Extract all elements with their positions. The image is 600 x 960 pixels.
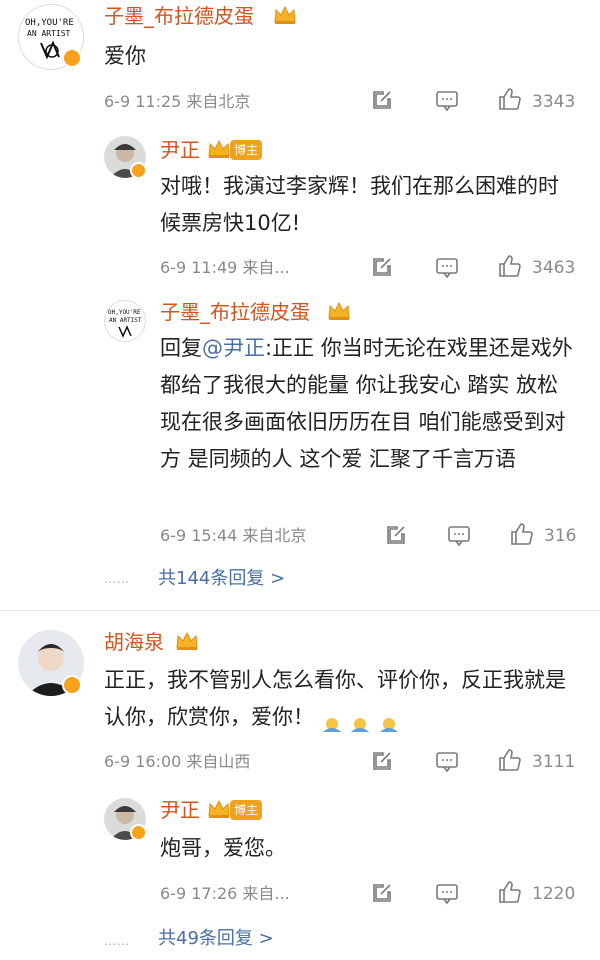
comment-location: 来自山西 (186, 752, 251, 771)
avatar-art-text-1: OH,YOU'RE (25, 18, 74, 28)
reply-timestamp: 6-9 11:49 (160, 258, 238, 277)
reply-username[interactable]: 尹正 (160, 798, 200, 822)
emoji-icon (378, 709, 400, 732)
more-replies-link[interactable]: 共144条回复 > (158, 568, 285, 590)
emoji-icon (349, 709, 371, 732)
comment-time: 6-9 16:00 来自山西 (104, 752, 250, 772)
like-count: 1220 (532, 884, 576, 904)
comment-text: 正正，我不管别人怎么看你、评价你，反正我就是认你，欣赏你，爱你！ (104, 662, 584, 736)
comment-icon[interactable] (434, 88, 460, 112)
avatar-art-text-2: AN ARTIST (109, 317, 142, 324)
reply-text: 炮哥，爱您。 (160, 836, 286, 860)
reply-prefix: 回复 (160, 336, 202, 360)
reply-avatar[interactable]: OH,YOU'RE AN ARTIST (104, 300, 146, 342)
crown-icon (206, 138, 232, 160)
reply-time: 6-9 17:26 来自... (160, 884, 290, 904)
more-replies-dots: …… (104, 934, 130, 948)
share-icon[interactable] (370, 88, 394, 112)
divider (0, 610, 600, 611)
more-replies-link[interactable]: 共49条回复 > (158, 928, 274, 950)
verified-icon (130, 162, 147, 179)
crown-icon (174, 630, 200, 652)
comment-username[interactable]: 胡海泉 (104, 630, 164, 654)
share-icon[interactable] (370, 255, 394, 279)
reply-timestamp: 6-9 15:44 (160, 526, 238, 545)
crown-icon (206, 798, 232, 820)
reply-location: 来自北京 (242, 526, 307, 545)
comment-timestamp: 6-9 11:25 (104, 92, 182, 111)
verified-icon (130, 824, 147, 841)
more-replies-dots: …… (104, 572, 130, 586)
comment-text: 爱你 (104, 44, 146, 68)
like-icon[interactable] (496, 879, 522, 905)
comment-location: 来自北京 (186, 92, 251, 111)
comment-icon[interactable] (446, 523, 472, 547)
comment-icon[interactable] (434, 255, 460, 279)
like-count: 3343 (532, 92, 576, 112)
reply-username[interactable]: 子墨_布拉德皮蛋 (160, 300, 310, 324)
verified-icon (62, 675, 82, 695)
verified-icon (62, 48, 82, 68)
comment-timestamp: 6-9 16:00 (104, 752, 182, 771)
like-count: 3111 (532, 752, 576, 772)
emoji-icon (321, 709, 343, 732)
share-icon[interactable] (370, 881, 394, 905)
crown-icon (272, 4, 298, 26)
avatar-art-text-1: OH,YOU'RE (108, 309, 141, 316)
comment-icon[interactable] (434, 749, 460, 773)
avatar-art-text-2: AN ARTIST (27, 29, 71, 38)
reply-timestamp: 6-9 17:26 (160, 884, 238, 903)
like-icon[interactable] (508, 521, 534, 547)
comment-username[interactable]: 子墨_布拉德皮蛋 (104, 4, 254, 28)
reply-time: 6-9 15:44 来自北京 (160, 526, 306, 546)
comment-time: 6-9 11:25 来自北京 (104, 92, 250, 112)
like-icon[interactable] (496, 747, 522, 773)
share-icon[interactable] (384, 523, 408, 547)
author-badge: 博主 (230, 140, 263, 160)
like-count: 3463 (532, 258, 576, 278)
author-badge: 博主 (230, 800, 263, 820)
reply-location: 来自... (242, 884, 290, 903)
reply-location: 来自... (242, 258, 290, 277)
comment-icon[interactable] (434, 881, 460, 905)
reply-text: 回复@尹正:正正 你当时无论在戏里还是戏外都给了我很大的能量 你让我安心 踏实 … (160, 330, 580, 478)
reply-text: 对哦！我演过李家辉！我们在那么困难的时候票房快10亿! (160, 174, 559, 235)
reply-username[interactable]: 尹正 (160, 138, 200, 162)
crown-icon (326, 300, 352, 322)
mention-link[interactable]: @尹正 (202, 336, 265, 360)
share-icon[interactable] (370, 749, 394, 773)
like-icon[interactable] (496, 253, 522, 279)
reply-time: 6-9 11:49 来自... (160, 258, 290, 278)
like-count: 316 (544, 526, 577, 546)
like-icon[interactable] (496, 86, 522, 112)
